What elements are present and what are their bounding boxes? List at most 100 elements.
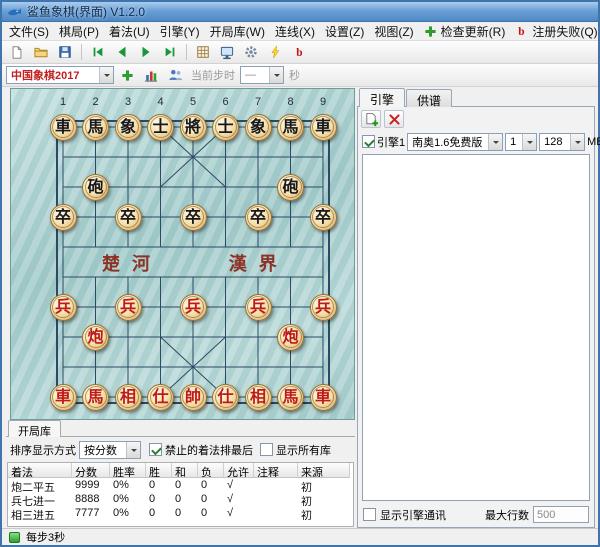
table-header-cell[interactable]: 胜	[146, 463, 172, 478]
engine-hash-combo[interactable]: 128	[539, 133, 585, 151]
board-piece[interactable]: 兵	[245, 294, 272, 321]
show-engine-comm-checkbox[interactable]	[363, 508, 376, 521]
nav-next-icon[interactable]	[135, 42, 157, 62]
chevron-down-icon	[570, 134, 584, 150]
engine-name-combo[interactable]: 南奥1.6免费版	[407, 133, 503, 151]
new-file-icon[interactable]	[6, 42, 28, 62]
menu-extra-label: 注册失败(Q)	[532, 23, 597, 40]
board-piece[interactable]: 馬	[82, 114, 109, 141]
titlebar[interactable]: 鲨鱼象棋(界面) V1.2.0	[2, 2, 598, 22]
tab-engine[interactable]: 引擎	[359, 88, 405, 107]
xiangqi-board[interactable]: 123456789 楚河 漢界 車馬象士將士象馬車砲砲卒卒卒卒卒兵兵兵兵兵炮炮車…	[10, 88, 355, 420]
board-piece[interactable]: 車	[50, 384, 77, 411]
board-piece[interactable]: 卒	[245, 204, 272, 231]
board-piece[interactable]: 象	[115, 114, 142, 141]
board-piece[interactable]: 士	[212, 114, 239, 141]
engine-bottom-row: 显示引擎通讯 最大行数	[363, 505, 589, 524]
board-piece[interactable]: 士	[147, 114, 174, 141]
table-header-cell[interactable]: 负	[198, 463, 224, 478]
engine-cores-combo[interactable]: 1	[505, 133, 537, 151]
save-icon[interactable]	[54, 42, 76, 62]
board-piece[interactable]: 卒	[50, 204, 77, 231]
computer-icon[interactable]	[216, 42, 238, 62]
menu-file[interactable]: 文件(S)	[4, 21, 54, 42]
engine-row: 引擎1 南奥1.6免费版 1 128 MB	[362, 132, 592, 151]
step-time-combo[interactable]: —	[240, 66, 284, 84]
window-title: 鲨鱼象棋(界面) V1.2.0	[27, 3, 145, 20]
menu-register[interactable]: b注册失败(Q)	[510, 21, 600, 42]
table-cell: 相三进五	[8, 506, 72, 520]
menu-check-update[interactable]: 检查更新(R)	[419, 21, 511, 42]
board-piece[interactable]: 砲	[82, 174, 109, 201]
table-header-cell[interactable]: 胜率	[110, 463, 146, 478]
users-icon[interactable]	[164, 65, 186, 85]
board-piece[interactable]: 車	[310, 384, 337, 411]
tab-book-feed[interactable]: 供谱	[406, 89, 452, 107]
board-icon[interactable]	[192, 42, 214, 62]
board-piece[interactable]: 相	[245, 384, 272, 411]
nav-prev-icon[interactable]	[111, 42, 133, 62]
tab-opening-book[interactable]: 开局库	[8, 420, 61, 437]
table-cell: 0	[172, 506, 198, 520]
table-row[interactable]: 炮二平五99990%000√初	[8, 478, 353, 492]
board-piece[interactable]: 仕	[147, 384, 174, 411]
board-piece[interactable]: 兵	[310, 294, 337, 321]
menu-moves[interactable]: 着法(U)	[104, 21, 155, 42]
board-piece[interactable]: 帥	[180, 384, 207, 411]
show-all-books-checkbox[interactable]	[260, 443, 273, 456]
board-column-label: 1	[53, 96, 73, 108]
menu-view[interactable]: 视图(Z)	[369, 21, 418, 42]
register-b-icon[interactable]: b	[288, 42, 310, 62]
board-piece[interactable]: 馬	[277, 114, 304, 141]
table-header-cell[interactable]: 来源	[298, 463, 350, 478]
table-header-cell[interactable]: 和	[172, 463, 198, 478]
menu-engine[interactable]: 引擎(Y)	[155, 21, 205, 42]
board-piece[interactable]: 車	[310, 114, 337, 141]
open-folder-icon[interactable]	[30, 42, 52, 62]
board-piece[interactable]: 炮	[277, 324, 304, 351]
table-header-cell[interactable]: 注释	[254, 463, 298, 478]
table-header-cell[interactable]: 分数	[72, 463, 110, 478]
add-engine-icon[interactable]	[361, 110, 381, 128]
menu-settings[interactable]: 设置(Z)	[320, 21, 369, 42]
board-piece[interactable]: 將	[180, 114, 207, 141]
board-piece[interactable]: 兵	[115, 294, 142, 321]
board-piece[interactable]: 兵	[50, 294, 77, 321]
board-piece[interactable]: 卒	[310, 204, 337, 231]
forbidden-moves-last-checkbox[interactable]	[149, 443, 162, 456]
remove-engine-icon[interactable]	[384, 110, 404, 128]
engine-gear-icon[interactable]	[240, 42, 262, 62]
max-lines-input[interactable]	[533, 506, 589, 523]
table-row[interactable]: 相三进五77770%000√初	[8, 506, 353, 520]
menu-game[interactable]: 棋局(P)	[54, 21, 104, 42]
table-row[interactable]: 兵七进一88880%000√初	[8, 492, 353, 506]
board-piece[interactable]: 車	[50, 114, 77, 141]
board-piece[interactable]: 卒	[180, 204, 207, 231]
table-cell: √	[224, 506, 254, 520]
plus-icon[interactable]	[116, 65, 138, 85]
board-piece[interactable]: 仕	[212, 384, 239, 411]
board-piece[interactable]: 兵	[180, 294, 207, 321]
menu-online[interactable]: 连线(X)	[270, 21, 320, 42]
menu-opening-book[interactable]: 开局库(W)	[205, 21, 270, 42]
preset-combo[interactable]: 中国象棋2017	[6, 66, 114, 84]
table-cell: 0	[198, 492, 224, 506]
lightning-icon[interactable]	[264, 42, 286, 62]
nav-last-icon[interactable]	[159, 42, 181, 62]
nav-first-icon[interactable]	[87, 42, 109, 62]
engine1-checkbox[interactable]	[362, 135, 375, 148]
board-piece[interactable]: 卒	[115, 204, 142, 231]
table-header-cell[interactable]: 着法	[8, 463, 72, 478]
app-window: 鲨鱼象棋(界面) V1.2.0 文件(S)棋局(P)着法(U)引擎(Y)开局库(…	[0, 0, 600, 547]
board-piece[interactable]: 砲	[277, 174, 304, 201]
board-piece[interactable]: 相	[115, 384, 142, 411]
board-piece[interactable]: 炮	[82, 324, 109, 351]
board-piece[interactable]: 馬	[82, 384, 109, 411]
engine-output-list[interactable]	[362, 154, 590, 501]
sort-combo[interactable]: 按分数	[79, 441, 141, 459]
board-piece[interactable]: 象	[245, 114, 272, 141]
chart-icon[interactable]	[140, 65, 162, 85]
board-piece[interactable]: 馬	[277, 384, 304, 411]
table-header-cell[interactable]: 允许	[224, 463, 254, 478]
river-label-left: 楚河	[102, 250, 162, 276]
